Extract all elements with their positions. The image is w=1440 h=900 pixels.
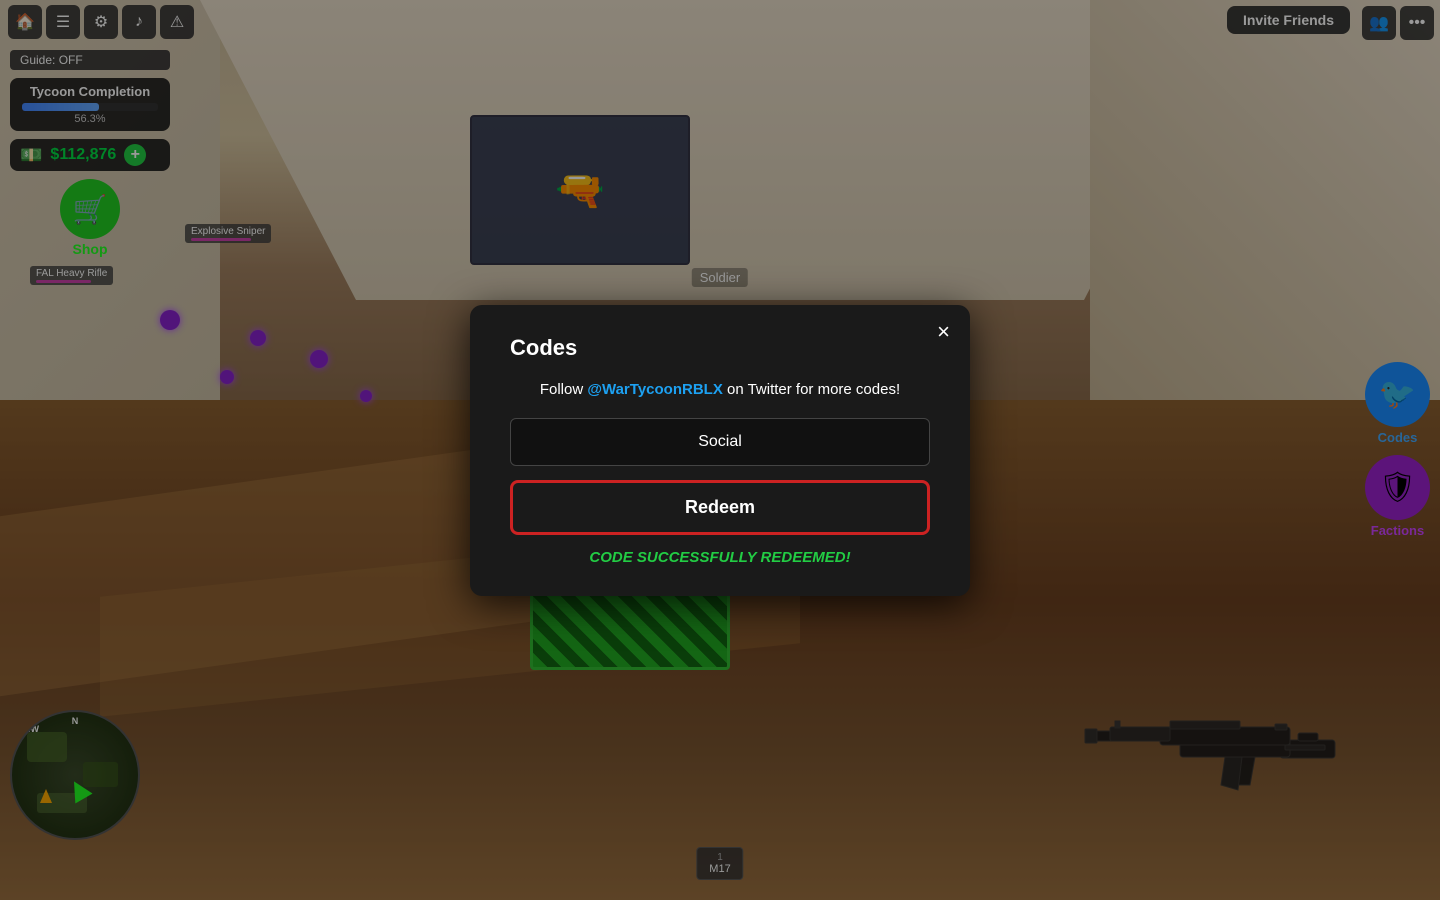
twitter-prompt: Follow @WarTycoonRBLX on Twitter for mor… [510,381,930,398]
code-input-field[interactable] [510,418,930,466]
twitter-prompt-prefix: Follow [540,381,588,398]
modal-title: Codes [510,335,930,361]
redeem-button[interactable]: Redeem [510,480,930,535]
modal-overlay: × Codes Follow @WarTycoonRBLX on Twitter… [0,0,1440,900]
twitter-prompt-suffix: on Twitter for more codes! [723,381,900,398]
redeem-label: Redeem [685,497,755,517]
codes-modal: × Codes Follow @WarTycoonRBLX on Twitter… [470,305,970,596]
modal-close-button[interactable]: × [937,321,950,343]
twitter-handle: @WarTycoonRBLX [587,381,722,398]
success-message: CODE SUCCESSFULLY REDEEMED! [510,549,930,566]
